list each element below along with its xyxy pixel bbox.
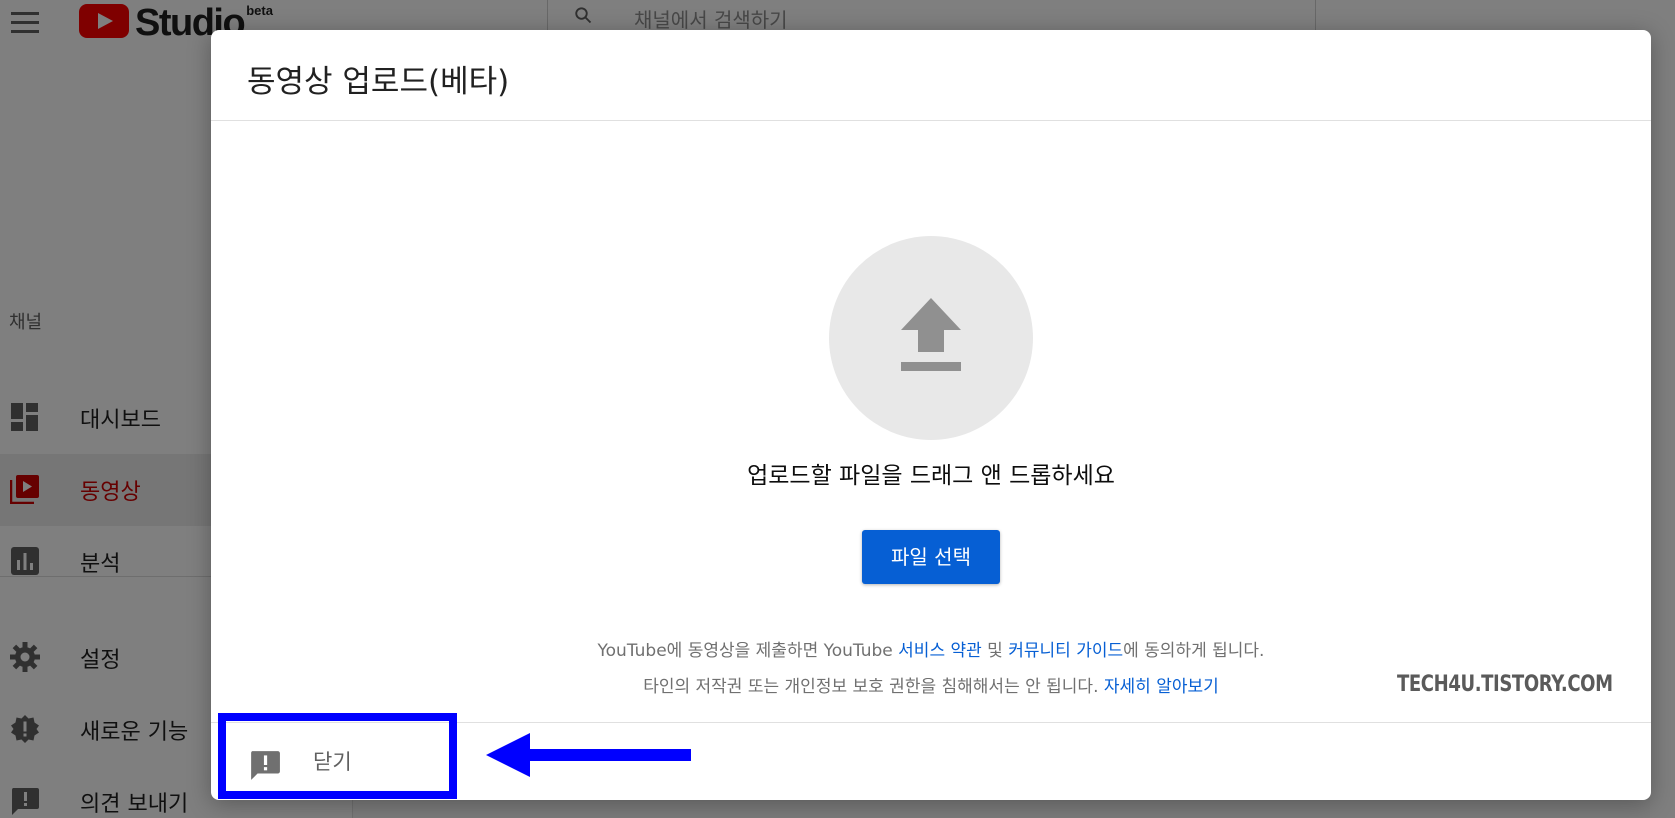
screen: Studio beta 채널에서 검색하기 채널 대시보드 xyxy=(0,0,1675,818)
annotation-arrow-icon xyxy=(486,733,691,777)
dialog-header-divider xyxy=(211,120,1651,121)
legal-text: 타인의 저작권 또는 개인정보 보호 권한을 침해해서는 안 됩니다. xyxy=(643,677,1104,697)
legal-text: YouTube에 동영상을 제출하면 YouTube xyxy=(597,641,899,661)
terms-of-service-link[interactable]: 서비스 약관 xyxy=(898,641,982,661)
watermark: TECH4U.TISTORY.COM xyxy=(1397,672,1613,697)
upload-arrow-icon xyxy=(901,298,961,371)
upload-dialog: 동영상 업로드(베타) 업로드할 파일을 드래그 앤 드롭하세요 파일 선택 Y… xyxy=(211,30,1651,800)
legal-text: 에 동의하게 됩니다. xyxy=(1123,641,1265,661)
drag-drop-text: 업로드할 파일을 드래그 앤 드롭하세요 xyxy=(747,463,1115,489)
community-guidelines-link[interactable]: 커뮤니티 가이드 xyxy=(1008,641,1123,661)
upload-drop-zone[interactable] xyxy=(829,236,1033,440)
learn-more-link[interactable]: 자세히 알아보기 xyxy=(1104,677,1219,697)
annotation-highlight-box xyxy=(218,713,457,799)
dialog-title: 동영상 업로드(베타) xyxy=(247,64,510,100)
select-file-button[interactable]: 파일 선택 xyxy=(862,530,1000,584)
legal-text-line-1: YouTube에 동영상을 제출하면 YouTube 서비스 약관 및 커뮤니티… xyxy=(211,636,1651,661)
legal-text: 및 xyxy=(981,641,1009,661)
